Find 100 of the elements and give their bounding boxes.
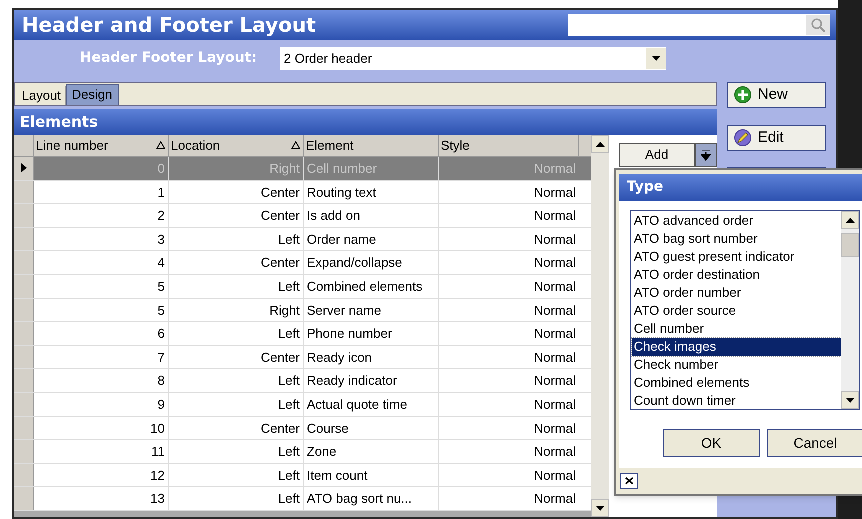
column-header[interactable]: Line number <box>34 135 169 156</box>
table-cell: Left <box>169 322 304 345</box>
sort-arrow-icon <box>156 141 166 150</box>
list-item[interactable]: Count down timer <box>632 392 841 410</box>
down-arrow-icon <box>846 398 854 402</box>
table-cell: 8 <box>34 369 169 392</box>
table-row[interactable]: 8 Left Ready indicator Normal <box>14 369 591 393</box>
list-item[interactable]: Combined elements <box>632 374 841 392</box>
search-field[interactable] <box>568 14 830 36</box>
dialog-title: Type <box>627 178 664 197</box>
table-cell: Course <box>304 416 439 440</box>
column-header[interactable]: Element <box>304 135 439 156</box>
list-item[interactable]: Check images <box>632 338 841 356</box>
cancel-button[interactable]: Cancel <box>767 429 862 457</box>
table-cell: 9 <box>34 392 169 416</box>
table-row[interactable]: 4 Center Expand/collapse Normal <box>14 251 591 275</box>
table-cell: 11 <box>34 440 169 463</box>
table-cell: Center <box>169 204 304 227</box>
table-cell: 5 <box>34 274 169 298</box>
table-cell: 7 <box>34 346 169 368</box>
edit-button[interactable]: Edit <box>727 125 826 151</box>
table-cell-text: Normal <box>533 325 577 344</box>
plus-icon <box>734 86 752 104</box>
scroll-up-button[interactable] <box>841 211 859 229</box>
table-cell-text: Normal <box>533 207 577 226</box>
table-cell: Phone number <box>304 322 439 345</box>
table-cell: 6 <box>34 322 169 345</box>
table-row[interactable]: 9 Left Actual quote time Normal <box>14 392 591 417</box>
up-arrow-icon <box>846 218 854 222</box>
add-dropdown-button[interactable] <box>695 143 717 167</box>
elements-title: Elements <box>20 112 98 133</box>
table-cell: 10 <box>34 416 169 440</box>
table-row[interactable]: 5 Right Server name Normal <box>14 298 591 322</box>
caret-icon <box>701 150 711 160</box>
table-cell-text: Normal <box>533 490 577 508</box>
scrollbar-thumb[interactable] <box>841 233 859 257</box>
scroll-up-button[interactable] <box>591 135 609 153</box>
current-row-icon <box>20 163 26 174</box>
table-row[interactable]: 1 Center Routing text Normal <box>14 180 591 204</box>
table-cell-text: Normal <box>533 348 577 367</box>
row-header[interactable] <box>14 157 34 180</box>
list-item[interactable]: Cell number <box>632 320 841 338</box>
table-row[interactable]: 10 Center Course Normal <box>14 416 591 440</box>
table-cell-text: Normal <box>533 278 577 296</box>
table-cell: Actual quote time <box>304 392 439 416</box>
close-icon <box>624 477 634 485</box>
vertical-scrollbar[interactable] <box>591 135 609 517</box>
list-item[interactable]: ATO order number <box>632 284 841 302</box>
close-button[interactable] <box>620 473 638 489</box>
caret-icon <box>652 56 660 61</box>
table-cell: Left <box>169 440 304 463</box>
scroll-down-button[interactable] <box>841 391 859 409</box>
table-cell: Item count <box>304 464 439 486</box>
table-cell-text: Normal <box>533 396 577 414</box>
table-cell: 13 <box>34 487 169 510</box>
table-cell-text: Normal <box>533 372 577 390</box>
new-button[interactable]: New <box>727 82 826 108</box>
layout-label: Header Footer Layout: <box>80 49 258 68</box>
table-cell: Right <box>169 157 304 180</box>
list-item[interactable]: ATO guest present indicator <box>632 248 841 266</box>
sort-arrow-icon <box>291 141 301 150</box>
table-cell: Order name <box>304 228 439 250</box>
table-row[interactable]: 7 Center Ready icon Normal <box>14 346 591 370</box>
table-cell: Left <box>169 464 304 486</box>
list-item[interactable]: ATO bag sort number <box>632 230 841 248</box>
table-row[interactable]: 11 Left Zone Normal <box>14 440 591 464</box>
list-item[interactable]: ATO order source <box>632 302 841 320</box>
window-title: Header and Footer Layout <box>22 12 316 39</box>
table-row[interactable]: 12 Left Item count Normal <box>14 464 591 488</box>
table-cell: Left <box>169 274 304 298</box>
table-cell: Left <box>169 392 304 416</box>
scroll-down-button[interactable] <box>591 499 609 517</box>
table-cell: Ready indicator <box>304 369 439 392</box>
layout-dropdown[interactable]: 2 Order header <box>280 47 666 70</box>
list-item[interactable]: ATO order destination <box>632 266 841 284</box>
down-arrow-icon <box>596 506 604 510</box>
table-row[interactable]: 2 Center Is add on Normal <box>14 204 591 228</box>
table-cell: Cell number <box>304 157 439 180</box>
column-header[interactable]: Style <box>439 135 579 156</box>
table-cell: Expand/collapse <box>304 251 439 274</box>
list-item[interactable]: Check number <box>632 356 841 374</box>
column-header[interactable]: Location <box>169 135 304 156</box>
table-row[interactable]: 13 Left ATO bag sort nu... Normal <box>14 487 591 511</box>
ok-button[interactable]: OK <box>663 429 760 457</box>
table-cell: 12 <box>34 464 169 486</box>
table-cell-text: Normal <box>533 160 577 178</box>
tab[interactable]: Design <box>66 84 119 105</box>
table-cell: 0 <box>34 157 169 180</box>
list-scrollbar[interactable] <box>841 211 859 409</box>
table-cell-text: Normal <box>533 420 577 438</box>
table-cell-text: Normal <box>533 466 577 485</box>
table-cell: Center <box>169 346 304 368</box>
list-item[interactable]: ATO advanced order <box>632 212 841 230</box>
up-arrow-icon <box>596 142 604 146</box>
table-row[interactable]: 5 Left Combined elements Normal <box>14 274 591 299</box>
table-cell: Center <box>169 180 304 204</box>
table-cell: Ready icon <box>304 346 439 368</box>
table-row[interactable]: 3 Left Order name Normal <box>14 228 591 252</box>
table-row[interactable]: 6 Left Phone number Normal <box>14 322 591 346</box>
add-button[interactable]: Add <box>619 143 695 167</box>
